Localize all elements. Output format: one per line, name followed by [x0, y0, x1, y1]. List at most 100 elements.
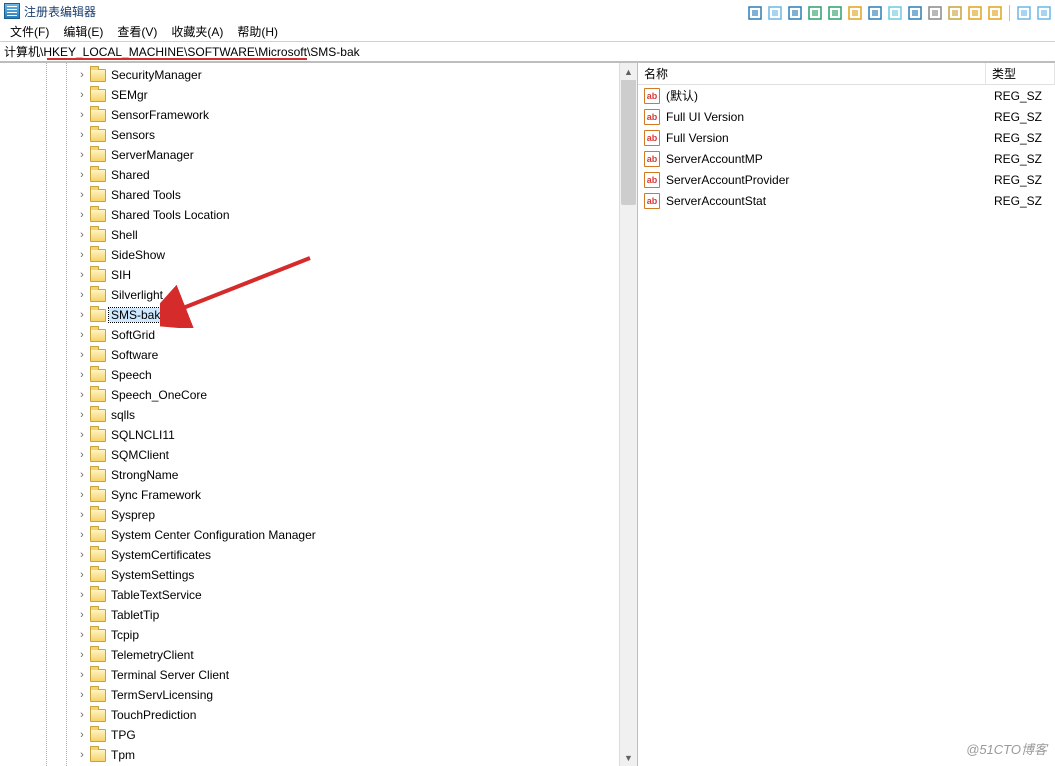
expand-toggle[interactable]: ›: [76, 549, 88, 561]
value-row[interactable]: abServerAccountProviderREG_SZ: [638, 169, 1055, 190]
tree-item[interactable]: ›TermServLicensing: [0, 685, 637, 705]
expand-toggle[interactable]: ›: [76, 729, 88, 741]
refresh-icon[interactable]: [826, 4, 844, 22]
value-row[interactable]: abFull VersionREG_SZ: [638, 127, 1055, 148]
column-header-name[interactable]: 名称: [638, 63, 986, 84]
expand-toggle[interactable]: ›: [76, 409, 88, 421]
tree-item[interactable]: ›SQMClient: [0, 445, 637, 465]
expand-toggle[interactable]: ›: [76, 589, 88, 601]
tree-item[interactable]: ›sqlls: [0, 405, 637, 425]
tree-item[interactable]: ›SystemSettings: [0, 565, 637, 585]
home-icon[interactable]: [986, 4, 1004, 22]
expand-toggle[interactable]: ›: [76, 529, 88, 541]
expand-toggle[interactable]: ›: [76, 749, 88, 761]
tree-item[interactable]: ›SideShow: [0, 245, 637, 265]
expand-toggle[interactable]: ›: [76, 69, 88, 81]
win2-icon[interactable]: [1035, 4, 1053, 22]
expand-toggle[interactable]: ›: [76, 189, 88, 201]
export-icon[interactable]: [806, 4, 824, 22]
tree-item[interactable]: ›Shell: [0, 225, 637, 245]
tree-item[interactable]: ›SensorFramework: [0, 105, 637, 125]
win1-icon[interactable]: [1015, 4, 1033, 22]
tree-item[interactable]: ›SEMgr: [0, 85, 637, 105]
expand-toggle[interactable]: ›: [76, 369, 88, 381]
lock-icon[interactable]: [966, 4, 984, 22]
expand-toggle[interactable]: ›: [76, 649, 88, 661]
tree-item[interactable]: ›Software: [0, 345, 637, 365]
phone-icon[interactable]: [886, 4, 904, 22]
expand-toggle[interactable]: ›: [76, 229, 88, 241]
scroll-up-button[interactable]: ▲: [621, 63, 636, 80]
address-bar[interactable]: 计算机\HKEY_LOCAL_MACHINE\SOFTWARE\Microsof…: [0, 42, 1055, 62]
expand-toggle[interactable]: ›: [76, 389, 88, 401]
menu-item[interactable]: 查看(V): [111, 22, 163, 41]
tree-item[interactable]: ›Sysprep: [0, 505, 637, 525]
expand-toggle[interactable]: ›: [76, 289, 88, 301]
menu-item[interactable]: 帮助(H): [231, 22, 284, 41]
value-row[interactable]: ab(默认)REG_SZ: [638, 85, 1055, 106]
tree-item[interactable]: ›Shared: [0, 165, 637, 185]
expand-toggle[interactable]: ›: [76, 669, 88, 681]
expand-toggle[interactable]: ›: [76, 349, 88, 361]
doc2-icon[interactable]: [786, 4, 804, 22]
tree-item[interactable]: ›Tcpip: [0, 625, 637, 645]
block-icon[interactable]: [926, 4, 944, 22]
expand-toggle[interactable]: ›: [76, 469, 88, 481]
tree-item[interactable]: ›Silverlight: [0, 285, 637, 305]
expand-toggle[interactable]: ›: [76, 569, 88, 581]
values-panel[interactable]: 名称 类型 ab(默认)REG_SZabFull UI VersionREG_S…: [638, 63, 1055, 766]
expand-toggle[interactable]: ›: [76, 449, 88, 461]
doc3-icon[interactable]: [906, 4, 924, 22]
expand-toggle[interactable]: ›: [76, 249, 88, 261]
tree-item[interactable]: ›ServerManager: [0, 145, 637, 165]
tree-item[interactable]: ›TelemetryClient: [0, 645, 637, 665]
tree-item[interactable]: ›System Center Configuration Manager: [0, 525, 637, 545]
menu-item[interactable]: 编辑(E): [57, 22, 109, 41]
tree-item[interactable]: ›TabletTip: [0, 605, 637, 625]
copy-icon[interactable]: [946, 4, 964, 22]
scroll-thumb[interactable]: [621, 65, 636, 205]
expand-toggle[interactable]: ›: [76, 89, 88, 101]
menu-item[interactable]: 文件(F): [4, 22, 55, 41]
expand-toggle[interactable]: ›: [76, 309, 88, 321]
expand-toggle[interactable]: ›: [76, 709, 88, 721]
scroll-down-button[interactable]: ▼: [621, 749, 636, 766]
column-header-type[interactable]: 类型: [986, 63, 1055, 84]
tree-panel[interactable]: ›SecurityManager›SEMgr›SensorFramework›S…: [0, 63, 638, 766]
check-icon[interactable]: [746, 4, 764, 22]
tree-item[interactable]: ›Sensors: [0, 125, 637, 145]
menu-item[interactable]: 收藏夹(A): [165, 22, 229, 41]
expand-toggle[interactable]: ›: [76, 609, 88, 621]
tree-item[interactable]: ›SoftGrid: [0, 325, 637, 345]
tree-item[interactable]: ›TouchPrediction: [0, 705, 637, 725]
attach-icon[interactable]: [866, 4, 884, 22]
tree-item[interactable]: ›Tpm: [0, 745, 637, 765]
tree-item[interactable]: ›TableTextService: [0, 585, 637, 605]
tree-item[interactable]: ›Terminal Server Client: [0, 665, 637, 685]
tree-item[interactable]: ›StrongName: [0, 465, 637, 485]
tree-item[interactable]: ›SQLNCLI11: [0, 425, 637, 445]
expand-toggle[interactable]: ›: [76, 429, 88, 441]
expand-toggle[interactable]: ›: [76, 129, 88, 141]
expand-toggle[interactable]: ›: [76, 169, 88, 181]
tree-item[interactable]: ›SMS-bak: [0, 305, 637, 325]
warn-icon[interactable]: [846, 4, 864, 22]
expand-toggle[interactable]: ›: [76, 689, 88, 701]
tree-item[interactable]: ›Sync Framework: [0, 485, 637, 505]
tree-item[interactable]: ›SystemCertificates: [0, 545, 637, 565]
value-row[interactable]: abServerAccountStatREG_SZ: [638, 190, 1055, 211]
value-row[interactable]: abServerAccountMPREG_SZ: [638, 148, 1055, 169]
expand-toggle[interactable]: ›: [76, 269, 88, 281]
expand-toggle[interactable]: ›: [76, 629, 88, 641]
expand-toggle[interactable]: ›: [76, 329, 88, 341]
doc1-icon[interactable]: [766, 4, 784, 22]
value-row[interactable]: abFull UI VersionREG_SZ: [638, 106, 1055, 127]
tree-item[interactable]: ›Speech: [0, 365, 637, 385]
expand-toggle[interactable]: ›: [76, 209, 88, 221]
expand-toggle[interactable]: ›: [76, 149, 88, 161]
expand-toggle[interactable]: ›: [76, 109, 88, 121]
tree-item[interactable]: ›Shared Tools Location: [0, 205, 637, 225]
expand-toggle[interactable]: ›: [76, 489, 88, 501]
tree-item[interactable]: ›TPG: [0, 725, 637, 745]
tree-item[interactable]: ›Shared Tools: [0, 185, 637, 205]
